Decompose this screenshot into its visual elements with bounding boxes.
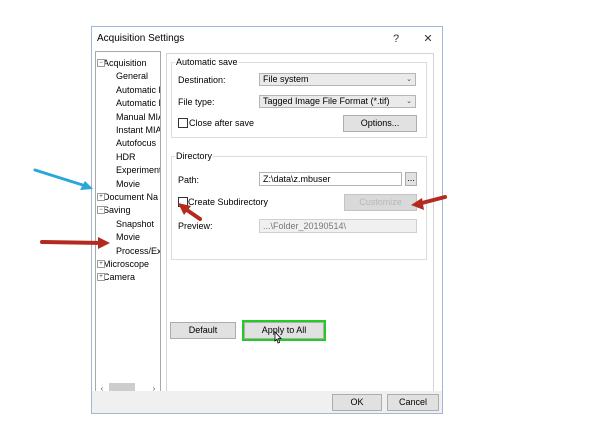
- annotation-overlay: [33, 168, 447, 249]
- red-arrow-left-icon: [40, 237, 110, 249]
- red-arrow-checkbox-icon: [178, 203, 202, 221]
- red-arrow-customize-icon: [411, 195, 447, 210]
- blue-arrow-icon: [33, 168, 93, 190]
